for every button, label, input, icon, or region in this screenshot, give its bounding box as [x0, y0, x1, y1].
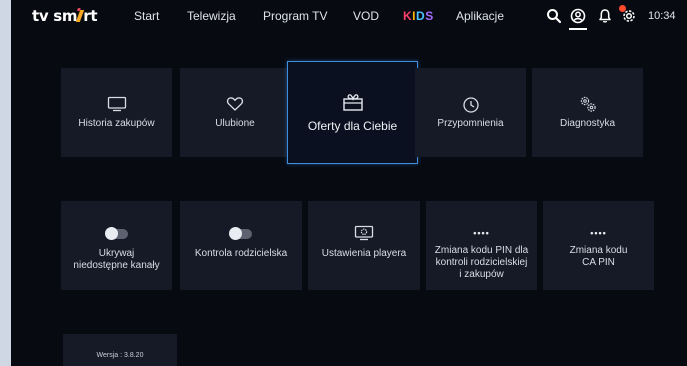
search-icon[interactable] — [546, 8, 562, 24]
heart-icon — [180, 96, 290, 112]
tv-screen: tv sm rt Start Telewizja Program TV VOD K… — [11, 0, 687, 366]
tile-label: Diagnostyka — [559, 118, 616, 129]
kids-letter: D — [416, 9, 426, 23]
tile-zmiana-ca-pin[interactable]: •••• Zmiana kodu CA PIN — [543, 201, 654, 290]
tile-diagnostyka[interactable]: Diagnostyka — [532, 68, 643, 157]
kids-letter: K — [403, 9, 413, 23]
nav-vod[interactable]: VOD — [353, 8, 379, 24]
tile-label-line: niedostępne kanały — [73, 260, 160, 271]
tile-label: Ukrywaj niedostępne kanały — [63, 248, 170, 272]
nav-telewizja[interactable]: Telewizja — [187, 8, 236, 24]
tile-oferty-dla-ciebie[interactable]: Oferty dla Ciebie — [287, 61, 418, 164]
clock-icon — [415, 96, 526, 114]
toggle-icon[interactable] — [180, 227, 302, 240]
tile-label-line: CA PIN — [582, 257, 615, 268]
tile-label: Zmiana kodu CA PIN — [545, 245, 652, 269]
tile-label: Kontrola rodzicielska — [194, 248, 288, 259]
kids-letter: S — [425, 9, 434, 23]
tile-ulubione[interactable]: Ulubione — [180, 68, 290, 157]
tile-label: Ustawienia playera — [321, 248, 407, 259]
pin-dots-icon: •••• — [473, 228, 490, 238]
logo-text-start: tv sm — [32, 7, 78, 25]
clock: 10:34 — [648, 10, 676, 22]
profile-active-underline — [569, 28, 587, 30]
pin-dots-icon: •••• — [590, 228, 607, 238]
nav-kids[interactable]: KIDS — [403, 8, 434, 24]
gear-icon[interactable] — [621, 8, 637, 24]
bell-icon[interactable] — [597, 8, 613, 24]
logo-text-end: rt — [83, 7, 98, 25]
tile-ustawienia-playera[interactable]: Ustawienia playera — [308, 201, 420, 290]
nav-aplikacje[interactable]: Aplikacje — [456, 8, 504, 24]
profile-icon[interactable] — [570, 8, 586, 24]
tv-smart-logo[interactable]: tv sm rt — [32, 6, 98, 26]
nav-start[interactable]: Start — [134, 8, 159, 24]
tile-label-line: Ukrywaj — [98, 248, 135, 259]
gift-icon — [288, 92, 417, 112]
gears-icon — [532, 94, 643, 114]
tile-label: Przypomnienia — [437, 118, 504, 129]
tile-label: Zmiana kodu PIN dla kontroli rodzicielsk… — [428, 245, 535, 281]
tile-ukrywaj-niedostepne[interactable]: Ukrywaj niedostępne kanały — [61, 201, 172, 290]
tile-label-line: kontroli rodzicielskiej — [435, 257, 528, 268]
toggle-icon[interactable] — [61, 227, 172, 240]
tile-label: Historia zakupów — [78, 118, 155, 129]
nav-program-tv[interactable]: Program TV — [263, 8, 327, 24]
player-settings-icon — [308, 225, 420, 241]
tile-label-line: Zmiana kodu — [569, 245, 628, 256]
tile-historia-zakupow[interactable]: Historia zakupów — [61, 68, 172, 157]
tile-label-line: Zmiana kodu PIN dla — [434, 245, 529, 256]
tile-zmiana-pin-kontroli[interactable]: •••• Zmiana kodu PIN dla kontroli rodzic… — [426, 201, 537, 290]
version-label: Wersja : 3.8.20 — [96, 352, 144, 359]
tile-label: Oferty dla Ciebie — [307, 119, 398, 133]
tile-przypomnienia[interactable]: Przypomnienia — [415, 68, 526, 157]
tv-icon — [61, 96, 172, 112]
tile-label-line: i zakupów — [459, 269, 504, 280]
tile-version: Wersja : 3.8.20 — [63, 334, 177, 366]
tile-label: Ulubione — [215, 118, 255, 129]
tile-kontrola-rodzicielska[interactable]: Kontrola rodzicielska — [180, 201, 302, 290]
